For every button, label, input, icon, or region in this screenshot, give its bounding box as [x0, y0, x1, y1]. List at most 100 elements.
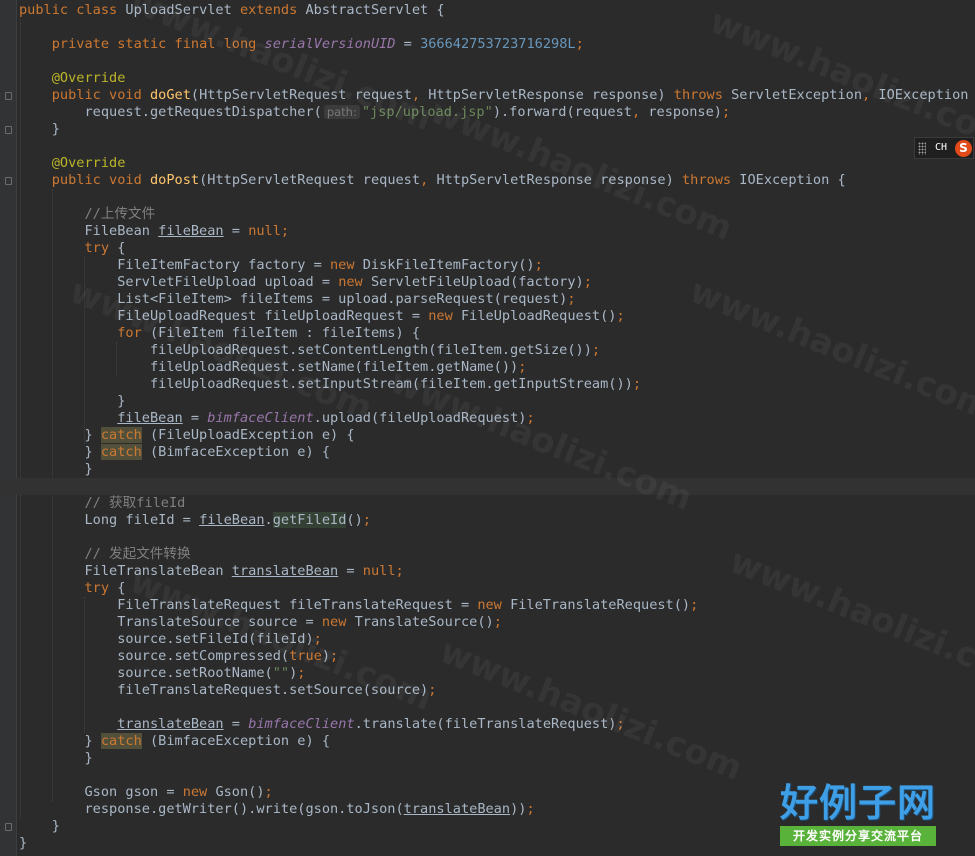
code-line[interactable]: } catch (BimfaceException e) { [19, 444, 330, 461]
code-token: , [420, 172, 437, 188]
code-token: List<FileItem> fileItems = upload.parseR… [19, 291, 568, 307]
code-line[interactable]: fileBean = bimfaceClient.upload(fileUplo… [19, 410, 534, 427]
code-line[interactable]: source.setRootName(""); [19, 665, 305, 682]
fold-marker-icon[interactable] [5, 177, 12, 185]
code-line[interactable]: } [19, 121, 60, 138]
code-token: ; [690, 597, 699, 613]
code-line[interactable]: for (FileItem fileItem : fileItems) { [19, 325, 420, 342]
code-line[interactable]: response.getWriter().write(gson.toJson(t… [19, 801, 534, 818]
code-token: IOException { [878, 87, 975, 103]
code-line[interactable]: FileUploadRequest fileUploadRequest = ne… [19, 308, 625, 325]
code-line[interactable]: } [19, 818, 60, 835]
code-token: new [182, 784, 216, 800]
fold-marker-icon[interactable] [5, 126, 12, 134]
drag-handle-icon[interactable] [918, 142, 926, 155]
code-token: } [19, 427, 101, 443]
code-token: request.getRequestDispatcher( [19, 104, 322, 120]
code-token: ; [616, 716, 625, 732]
code-line[interactable]: TranslateSource source = new TranslateSo… [19, 614, 502, 631]
code-token: ) [321, 648, 331, 664]
code-token: ; [330, 648, 339, 664]
code-token: ; [297, 665, 306, 681]
code-line[interactable]: public void doGet(HttpServletRequest req… [19, 87, 975, 104]
code-line[interactable]: private static final long serialVersionU… [19, 36, 584, 53]
code-line[interactable]: } [19, 461, 93, 478]
code-token: ).forward(request [492, 104, 632, 120]
code-token: (BimfaceException e) { [141, 733, 331, 749]
code-line[interactable]: FileTranslateRequest fileTranslateReques… [19, 597, 698, 614]
code-token: FileUploadRequest fileUploadRequest = [19, 308, 429, 324]
sogou-icon[interactable]: S [955, 140, 972, 157]
code-line[interactable]: List<FileItem> fileItems = upload.parseR… [19, 291, 575, 308]
fold-marker-icon[interactable] [5, 823, 12, 831]
code-token: (BimfaceException e) { [141, 444, 331, 460]
code-line[interactable]: } catch (FileUploadException e) { [19, 427, 355, 444]
code-token: "jsp/upload.jsp" [361, 104, 493, 120]
code-line[interactable]: //上传文件 [19, 206, 155, 223]
code-token: for [117, 325, 150, 341]
code-token: translateBean [403, 801, 511, 817]
code-token: ; [428, 682, 437, 698]
code-token: ; [493, 614, 502, 630]
code-token: ; [362, 512, 371, 528]
code-token: 366642753723716298L [420, 36, 576, 52]
code-line[interactable]: fileTranslateRequest.setSource(source); [19, 682, 436, 699]
logo-subtitle: 开发实例分享交流平台 [780, 826, 936, 846]
code-line[interactable]: ServletFileUpload upload = new ServletFi… [19, 274, 592, 291]
code-line[interactable]: try { [19, 580, 125, 597]
code-line[interactable]: } [19, 835, 27, 852]
code-token: @Override [51, 70, 126, 86]
code-line[interactable]: } [19, 750, 92, 767]
code-token: UploadServlet [125, 2, 240, 18]
code-line[interactable]: public void doPost(HttpServletRequest re… [19, 172, 846, 189]
code-token: () [346, 512, 363, 528]
code-token: , [862, 87, 879, 103]
code-line[interactable]: FileTranslateBean translateBean = null; [19, 563, 403, 580]
code-line[interactable]: fileUploadRequest.setName(fileItem.getNa… [19, 359, 526, 376]
code-line[interactable]: request.getRequestDispatcher(path: "jsp/u… [19, 104, 730, 121]
code-token: throws [681, 172, 740, 188]
code-line[interactable]: } catch (BimfaceException e) { [19, 733, 330, 750]
code-token: ; [264, 784, 273, 800]
code-token: fileUploadRequest.setInputStream(fileIte… [19, 376, 633, 392]
ime-toolbar[interactable]: CH S [914, 137, 974, 159]
code-editor[interactable]: public class UploadServlet extends Abstr… [0, 0, 975, 856]
code-line[interactable]: FileBean fileBean = null; [19, 223, 289, 240]
code-token: HttpServletResponse response) [428, 87, 674, 103]
code-line[interactable] [0, 478, 975, 495]
fold-marker-icon[interactable] [5, 92, 12, 100]
code-line[interactable]: source.setFileId(fileId); [19, 631, 322, 648]
code-token: fileTranslateRequest.setSource(source) [19, 682, 429, 698]
ime-mode-label[interactable]: CH [935, 142, 947, 153]
code-token: FileUploadRequest() [460, 308, 617, 324]
code-token: .upload(fileUploadRequest) [313, 410, 527, 426]
code-token: public void [51, 87, 150, 103]
code-line[interactable]: } [19, 393, 125, 410]
code-token: ; [616, 308, 625, 324]
code-line[interactable]: Gson gson = new Gson(); [19, 784, 273, 801]
code-line[interactable]: fileUploadRequest.setInputStream(fileIte… [19, 376, 641, 393]
code-line[interactable]: Long fileId = fileBean.getFileId(); [19, 512, 371, 529]
code-line[interactable]: @Override [19, 155, 126, 172]
code-line[interactable]: @Override [19, 70, 126, 87]
code-token: translateBean [117, 716, 224, 732]
code-token: ; [632, 376, 641, 392]
code-line[interactable]: // 获取fileId [19, 495, 185, 512]
code-token: } [19, 733, 101, 749]
code-token: fileUploadRequest.setName(fileItem.getNa… [19, 359, 519, 375]
code-line[interactable]: public class UploadServlet extends Abstr… [19, 2, 445, 19]
code-line[interactable]: FileItemFactory factory = new DiskFileIt… [19, 257, 543, 274]
code-token: true [289, 648, 322, 664]
code-token: } [19, 461, 93, 477]
code-line[interactable]: // 发起文件转换 [19, 546, 190, 563]
code-line[interactable]: try { [19, 240, 125, 257]
code-line[interactable]: translateBean = bimfaceClient.translate(… [19, 716, 625, 733]
code-line[interactable]: source.setCompressed(true); [19, 648, 338, 665]
editor-gutter[interactable] [0, 0, 17, 856]
code-token: } [19, 393, 126, 409]
code-token: new [477, 597, 511, 613]
code-line[interactable]: fileUploadRequest.setContentLength(fileI… [19, 342, 600, 359]
